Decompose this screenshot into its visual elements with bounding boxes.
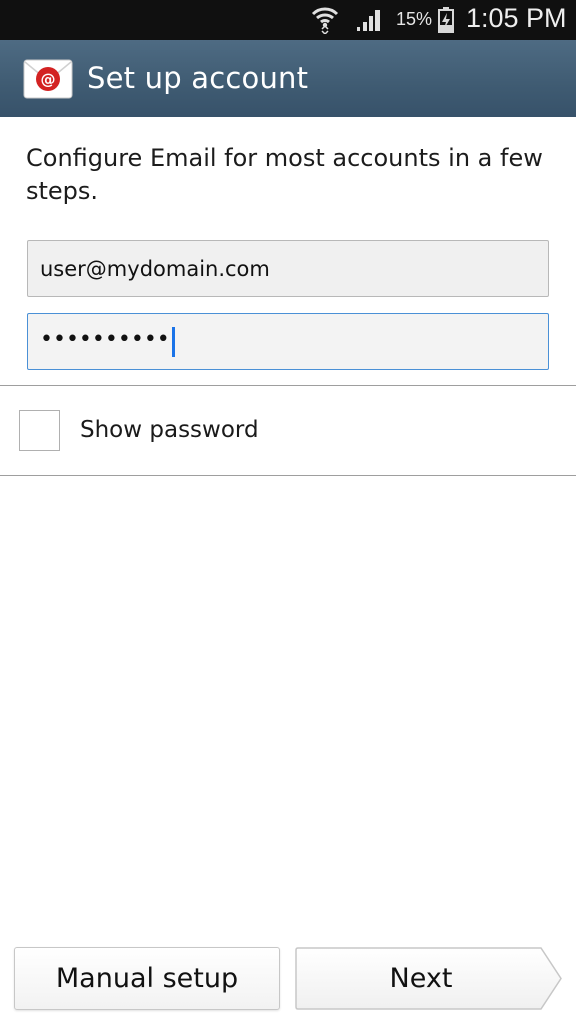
next-label: Next: [389, 963, 453, 994]
email-field-value: user@mydomain.com: [40, 256, 270, 281]
show-password-checkbox[interactable]: [19, 410, 60, 451]
password-field-value: ••••••••••: [40, 326, 170, 352]
signal-icon: [357, 10, 380, 31]
page-title: Set up account: [87, 61, 309, 95]
next-button[interactable]: Next: [295, 947, 565, 1010]
email-field[interactable]: user@mydomain.com: [27, 240, 549, 297]
wifi-icon: [311, 7, 339, 34]
text-cursor: [171, 326, 175, 357]
email-app-icon: @: [23, 59, 73, 99]
battery-percent: 15%: [396, 9, 433, 29]
manual-setup-label: Manual setup: [55, 963, 239, 994]
intro-text: Configure Email for most accounts in a f…: [26, 144, 543, 205]
action-bar: @ Set up account: [0, 40, 576, 117]
show-password-row[interactable]: Show password: [0, 386, 576, 475]
battery-charging-icon: [438, 7, 454, 33]
svg-text:@: @: [41, 71, 56, 89]
status-bar: 15% 1:05 PM: [0, 0, 576, 40]
show-password-label: Show password: [80, 417, 259, 443]
manual-setup-button[interactable]: Manual setup: [14, 947, 280, 1010]
divider: [0, 475, 576, 476]
password-field[interactable]: ••••••••••: [27, 313, 549, 370]
clock: 1:05 PM: [466, 3, 567, 33]
